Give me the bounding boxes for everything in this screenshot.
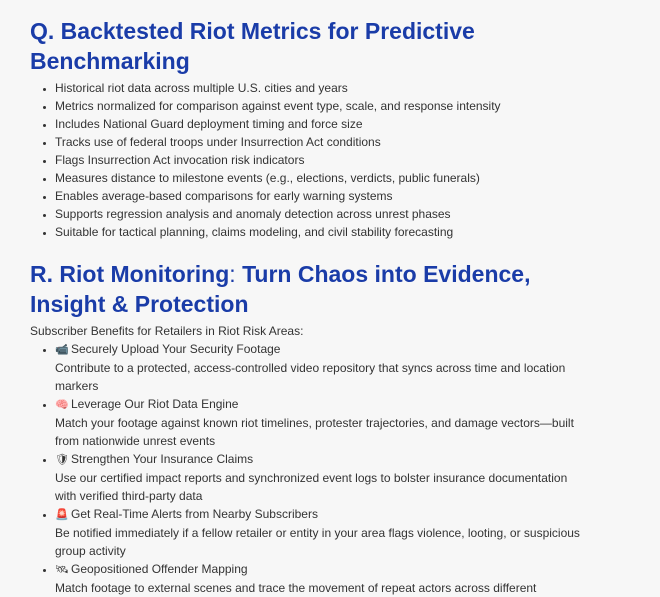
benefit-description: Be notified immediately if a fellow reta… xyxy=(55,526,580,558)
benefit-description: Contribute to a protected, access-contro… xyxy=(55,361,566,393)
section-r-heading-main: R. Riot Monitoring xyxy=(30,261,230,287)
benefit-title: Geopositioned Offender Mapping xyxy=(71,562,248,576)
benefit-title-row: 🚨Get Real-Time Alerts from Nearby Subscr… xyxy=(55,505,590,524)
section-r-heading: R. Riot Monitoring: Turn Chaos into Evid… xyxy=(30,259,590,319)
satellite-icon: 🛰 xyxy=(55,564,69,576)
benefit-description: Match footage to external scenes and tra… xyxy=(55,581,537,595)
benefit-title-row: 📹Securely Upload Your Security Footage xyxy=(55,340,590,359)
benefit-title: Get Real-Time Alerts from Nearby Subscri… xyxy=(71,507,318,521)
section-r: R. Riot Monitoring: Turn Chaos into Evid… xyxy=(30,259,590,597)
benefit-title-row: 🧠Leverage Our Riot Data Engine xyxy=(55,395,590,414)
alarm-light-icon: 🚨 xyxy=(55,509,69,521)
benefit-description: Use our certified impact reports and syn… xyxy=(55,471,568,503)
benefit-title-row: 🛰Geopositioned Offender Mapping xyxy=(55,560,590,579)
benefit-item: 🚨Get Real-Time Alerts from Nearby Subscr… xyxy=(55,505,590,560)
benefit-title-row: 🛡Strengthen Your Insurance Claims xyxy=(55,450,590,469)
section-q-bullet-list: Historical riot data across multiple U.S… xyxy=(30,79,590,241)
document-page: Q. Backtested Riot Metrics for Predictiv… xyxy=(30,16,590,597)
video-camera-icon: 📹 xyxy=(55,344,69,356)
shield-icon: 🛡 xyxy=(55,454,69,466)
list-item: Metrics normalized for comparison agains… xyxy=(55,97,590,115)
benefit-item: 🧠Leverage Our Riot Data Engine Match you… xyxy=(55,395,590,450)
list-item: Supports regression analysis and anomaly… xyxy=(55,205,590,223)
benefit-list: 📹Securely Upload Your Security Footage C… xyxy=(30,340,590,597)
list-item: Historical riot data across multiple U.S… xyxy=(55,79,590,97)
list-item: Tracks use of federal troops under Insur… xyxy=(55,133,590,151)
section-r-heading-separator: : xyxy=(229,261,243,287)
section-r-intro: Subscriber Benefits for Retailers in Rio… xyxy=(30,324,304,338)
list-item: Measures distance to milestone events (e… xyxy=(55,169,590,187)
list-item: Suitable for tactical planning, claims m… xyxy=(55,223,590,241)
benefit-item: 🛰Geopositioned Offender Mapping Match fo… xyxy=(55,560,590,597)
section-q-heading: Q. Backtested Riot Metrics for Predictiv… xyxy=(30,18,475,74)
benefit-item: 📹Securely Upload Your Security Footage C… xyxy=(55,340,590,395)
benefit-title: Strengthen Your Insurance Claims xyxy=(71,452,254,466)
benefit-description: Match your footage against known riot ti… xyxy=(55,416,574,448)
list-item: Enables average-based comparisons for ea… xyxy=(55,187,590,205)
list-item: Includes National Guard deployment timin… xyxy=(55,115,590,133)
benefit-item: 🛡Strengthen Your Insurance Claims Use ou… xyxy=(55,450,590,505)
section-q: Q. Backtested Riot Metrics for Predictiv… xyxy=(30,16,590,241)
benefit-title: Leverage Our Riot Data Engine xyxy=(71,397,239,411)
benefit-title: Securely Upload Your Security Footage xyxy=(71,342,281,356)
list-item: Flags Insurrection Act invocation risk i… xyxy=(55,151,590,169)
brain-icon: 🧠 xyxy=(55,399,69,411)
